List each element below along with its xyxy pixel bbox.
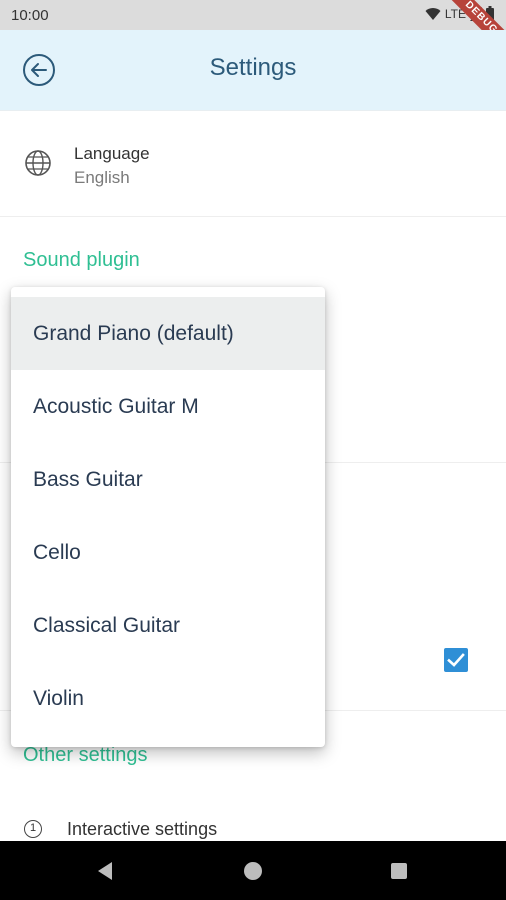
checkmark-icon	[447, 653, 465, 667]
nav-back-icon[interactable]	[96, 861, 114, 881]
other-settings-header: Other settings	[23, 744, 148, 766]
page-title: Settings	[209, 54, 297, 81]
interactive-settings-label: Interactive settings	[67, 819, 218, 839]
status-time: 10:00	[11, 6, 49, 24]
nav-recents-icon[interactable]	[391, 863, 407, 879]
sound-plugin-header: Sound plugin	[23, 249, 140, 271]
menu-item-acoustic-guitar[interactable]: Acoustic Guitar M	[11, 370, 325, 443]
menu-item-violin[interactable]: Violin	[11, 662, 325, 735]
setting-checkbox[interactable]	[444, 648, 468, 672]
nav-home-icon[interactable]	[244, 862, 262, 880]
menu-item-grand-piano[interactable]: Grand Piano (default)	[11, 297, 325, 370]
globe-icon	[25, 150, 51, 176]
interactive-settings-row[interactable]: 1 Interactive settings	[0, 812, 506, 842]
navigation-bar	[0, 841, 506, 900]
menu-item-bass-guitar[interactable]: Bass Guitar	[11, 443, 325, 516]
menu-item-cello[interactable]: Cello	[11, 516, 325, 589]
app-bar: Settings	[0, 30, 506, 111]
status-bar: 10:00 LTE DEBUG	[0, 0, 506, 63]
language-value: English	[74, 168, 130, 187]
number-one-icon: 1	[24, 820, 42, 838]
language-setting-row[interactable]: Language English	[0, 111, 506, 217]
menu-item-classical-guitar[interactable]: Classical Guitar	[11, 589, 325, 662]
wifi-icon	[425, 7, 441, 20]
language-title: Language	[74, 144, 150, 163]
sound-plugin-dropdown-menu: Grand Piano (default) Acoustic Guitar M …	[11, 287, 325, 747]
